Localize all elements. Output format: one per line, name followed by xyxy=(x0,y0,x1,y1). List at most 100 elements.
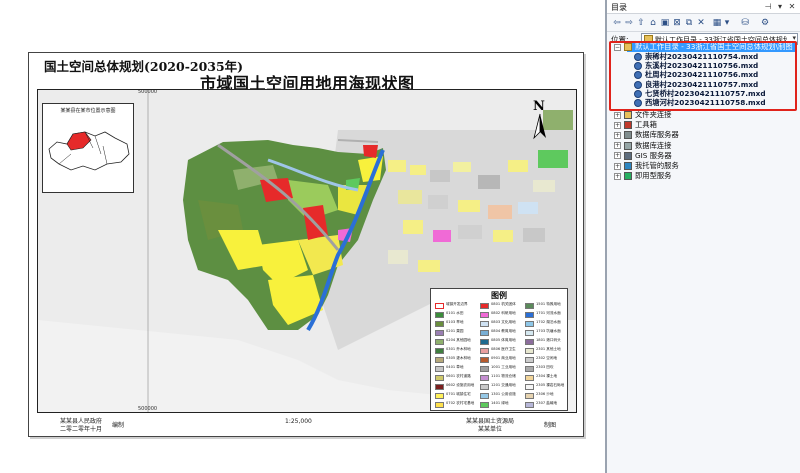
tree-item-node[interactable]: + 即用型服务 xyxy=(0,171,800,181)
legend-swatch xyxy=(525,312,534,318)
legend-label: 0204 其他园地 xyxy=(446,338,471,342)
expand-toggle-icon[interactable]: + xyxy=(614,131,621,139)
legend-label: 1501 特殊用地 xyxy=(536,302,561,306)
footer-drafted: 制图 xyxy=(544,422,557,429)
close-icon[interactable]: ✕ xyxy=(787,2,797,12)
legend-swatch xyxy=(435,339,444,345)
expand-toggle-icon[interactable]: + xyxy=(614,121,621,129)
legend-label: 2303 田坎 xyxy=(536,365,554,369)
legend-swatch xyxy=(525,339,534,345)
legend-swatch xyxy=(525,393,534,399)
legend-label: 0901 商业用地 xyxy=(491,356,516,360)
legend-swatch xyxy=(525,330,534,336)
tree-item-node[interactable]: + 数据库服务器 xyxy=(0,130,800,140)
legend-label: 2301 其他土地 xyxy=(536,347,561,351)
tree-item-label: 文件夹连接 xyxy=(635,110,672,119)
catalog-titlebar[interactable]: 目录 ⊣ ▾ ✕ xyxy=(607,0,800,14)
legend-swatch xyxy=(435,366,444,372)
database-server-icon xyxy=(624,131,632,140)
view-options-dropdown-icon[interactable]: ▾ xyxy=(721,17,733,29)
hosted-services-icon xyxy=(624,162,632,170)
legend-label: 0305 灌木林地 xyxy=(446,356,471,360)
legend-swatch xyxy=(525,303,534,309)
disconnect-folder-icon[interactable]: ⊠ xyxy=(671,17,683,29)
legend-label: 2307 盐碱地 xyxy=(536,401,558,405)
legend-label: 1703 坑塘水面 xyxy=(536,329,561,333)
expand-toggle-icon[interactable]: + xyxy=(614,172,621,180)
legend-label: 2305 裸岩石砾地 xyxy=(536,383,565,387)
legend-swatch xyxy=(435,375,444,381)
legend-swatch xyxy=(435,303,444,309)
legend-swatch xyxy=(480,312,489,318)
legend-label: 0201 果园 xyxy=(446,329,464,333)
copy-icon[interactable]: ⧉ xyxy=(683,17,695,29)
legend-label: 1702 湖泊水面 xyxy=(536,320,561,324)
delete-icon[interactable]: ✕ xyxy=(695,17,707,29)
folder-connection-icon xyxy=(624,111,632,119)
legend-label: 0805 体育用地 xyxy=(491,338,516,342)
legend-label: 1001 工业用地 xyxy=(491,365,516,369)
legend-label: 0602 设施农用地 xyxy=(446,383,475,387)
arcmap-window: 国土空间总体规划(2020-2035年) 市域国土空间用地用海现状图 50000… xyxy=(0,0,800,473)
autohide-pin-icon[interactable]: ⊣ xyxy=(763,2,773,12)
legend-swatch xyxy=(480,321,489,327)
tree-item-label: GIS 服务器 xyxy=(635,150,672,160)
home-icon[interactable]: ⌂ xyxy=(647,17,659,29)
legend-item: 1401 绿地 xyxy=(480,400,526,410)
legend-label: 0701 城镇住宅 xyxy=(446,392,471,396)
legend-swatch xyxy=(480,348,489,354)
catalog-toolbar: ⇦ ⇨ ⇧ ⌂ ▣ ⊠ ⧉ ✕ ▦ ▾ ⛁ ⚙ xyxy=(607,14,800,32)
options-icon[interactable]: ⚙ xyxy=(759,17,771,29)
legend-label: 1401 绿地 xyxy=(491,401,509,405)
legend-label: 城镇开发边界 xyxy=(446,302,468,306)
legend-swatch xyxy=(525,321,534,327)
tree-item-node[interactable]: + 我托管的服务 xyxy=(0,161,800,171)
legend-swatch xyxy=(480,375,489,381)
forward-icon[interactable]: ⇨ xyxy=(623,17,635,29)
catalog-title: 目录 xyxy=(611,3,627,12)
connect-to-server-icon[interactable]: ⛁ xyxy=(739,17,751,29)
expand-toggle-icon[interactable]: + xyxy=(614,111,621,119)
legend-swatch xyxy=(435,393,444,399)
legend-label: 0804 教育用地 xyxy=(491,329,516,333)
legend-swatch xyxy=(480,357,489,363)
legend-swatch xyxy=(525,375,534,381)
tree-item-node[interactable]: + 工具箱 xyxy=(0,120,800,130)
legend-label: 0101 水田 xyxy=(446,311,464,315)
tree-item-node[interactable]: + 文件夹连接 xyxy=(0,110,800,120)
tree-item-label: 数据库服务器 xyxy=(635,130,679,140)
legend-label: 0601 农村道路 xyxy=(446,374,471,378)
legend-label: 2306 沙地 xyxy=(536,392,554,396)
window-position-icon[interactable]: ▾ xyxy=(775,2,785,12)
expand-toggle-icon[interactable]: + xyxy=(614,142,621,150)
legend-swatch xyxy=(480,402,489,408)
legend-label: 0802 科研用地 xyxy=(491,311,516,315)
legend-label: 1701 河流水面 xyxy=(536,311,561,315)
expand-toggle-icon[interactable]: + xyxy=(614,152,621,160)
footer-scale: 1:25,000 xyxy=(285,418,312,425)
back-icon[interactable]: ⇦ xyxy=(611,17,623,29)
legend-title: 图例 xyxy=(491,291,507,300)
up-one-level-icon[interactable]: ⇧ xyxy=(635,17,647,29)
legend-swatch xyxy=(435,321,444,327)
tree-item-node[interactable]: + 数据库连接 xyxy=(0,141,800,151)
red-highlight-box xyxy=(609,41,797,111)
legend-label: 2302 空闲地 xyxy=(536,356,558,360)
legend-item: 0702 农村宅基地 xyxy=(435,400,481,410)
legend-swatch xyxy=(480,366,489,372)
tree-item-node[interactable]: + GIS 服务器 xyxy=(0,151,800,161)
footer-date: 二零二零年十月 xyxy=(60,426,103,433)
footer-unit: 某某单位 xyxy=(478,426,503,433)
legend-swatch xyxy=(435,312,444,318)
legend-swatch xyxy=(480,384,489,390)
expand-toggle-icon[interactable]: + xyxy=(614,162,621,170)
legend-swatch xyxy=(435,357,444,363)
legend-swatch xyxy=(525,402,534,408)
legend-label: 1301 公用设施 xyxy=(491,392,516,396)
tree-item-label: 我托管的服务 xyxy=(635,161,679,170)
connect-folder-icon[interactable]: ▣ xyxy=(659,17,671,29)
legend-label: 0103 旱地 xyxy=(446,320,464,324)
legend-label: 1101 物流仓储 xyxy=(491,374,516,378)
legend: 图例 城镇开发边界 0101 水田 0103 旱地 0201 果园 0204 其他园地 0… xyxy=(430,288,568,411)
legend-label: 0806 医疗卫生 xyxy=(491,347,516,351)
